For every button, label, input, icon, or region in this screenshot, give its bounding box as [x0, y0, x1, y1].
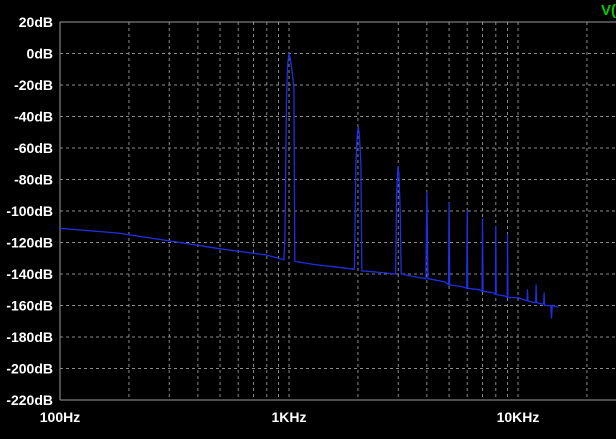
y-tick-label: -180dB — [6, 329, 53, 345]
grid — [60, 22, 616, 400]
y-tick-label: -100dB — [6, 203, 53, 219]
y-tick-label: -220dB — [6, 392, 53, 408]
plot-canvas[interactable]: 20dB 0dB -20dB -40dB -60dB -80dB -100dB -120dB -… — [0, 0, 616, 434]
x-tick-label: 10KHz — [497, 409, 540, 425]
y-tick-label: -160dB — [6, 298, 53, 314]
y-tick-label: -20dB — [14, 77, 53, 93]
y-tick-label: -60dB — [14, 140, 53, 156]
spectrum-plot: 20dB 0dB -20dB -40dB -60dB -80dB -100dB -120dB -… — [0, 0, 616, 434]
y-tick-label: -200dB — [6, 361, 53, 377]
y-tick-label: -80dB — [14, 172, 53, 188]
y-tick-label: -120dB — [6, 235, 53, 251]
x-tick-label: 100Hz — [40, 409, 80, 425]
series-line-0 — [59, 52, 559, 319]
y-axis-ticks: 20dB 0dB -20dB -40dB -60dB -80dB -100dB -120dB -… — [6, 14, 53, 408]
x-axis-ticks: 100Hz 1KHz 10KHz — [40, 409, 540, 425]
y-tick-label: -140dB — [6, 266, 53, 282]
y-tick-label: 20dB — [19, 14, 53, 30]
series-layer — [59, 52, 559, 319]
trace-label[interactable]: V( — [601, 2, 616, 19]
y-tick-label: 0dB — [27, 46, 53, 62]
x-tick-label: 1KHz — [271, 409, 306, 425]
y-tick-label: -40dB — [14, 109, 53, 125]
